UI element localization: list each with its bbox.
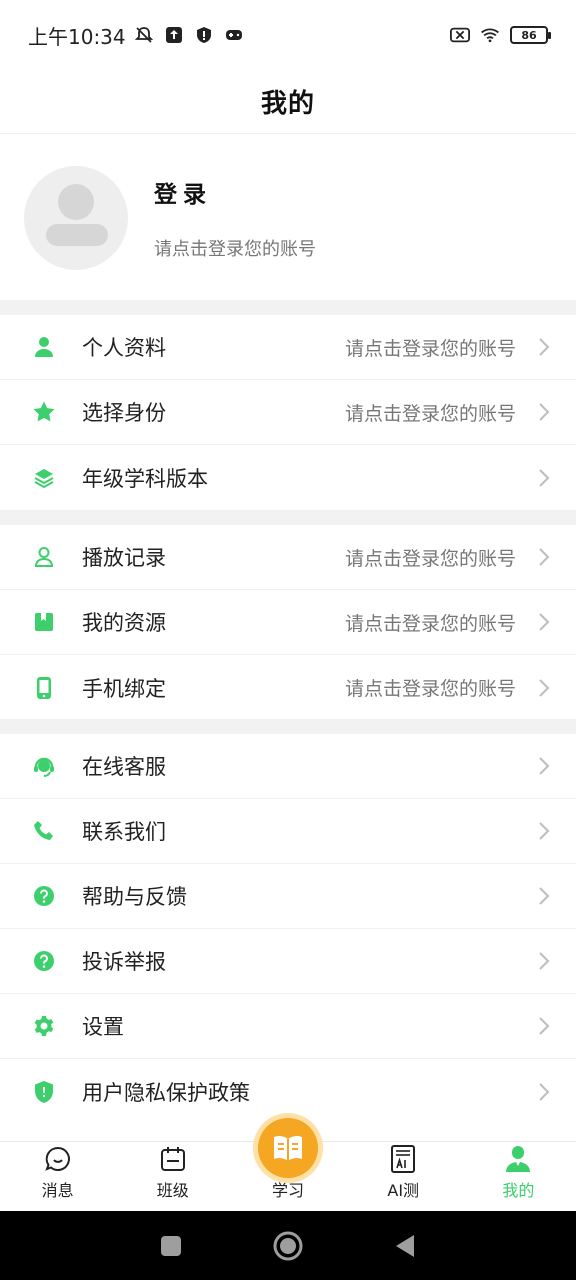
tab-label: 班级 bbox=[156, 1181, 189, 1200]
chevron-right-icon bbox=[534, 468, 554, 488]
star-icon bbox=[32, 400, 56, 424]
tab-label: 学习 bbox=[272, 1181, 305, 1200]
menu-item-label: 在线客服 bbox=[82, 755, 166, 779]
login-title[interactable]: 登录 bbox=[154, 175, 316, 209]
chevron-right-icon bbox=[534, 612, 554, 632]
menu-item-play-history[interactable]: 播放记录 请点击登录您的账号 bbox=[0, 525, 576, 590]
chevron-right-icon bbox=[534, 756, 554, 776]
login-subtitle: 请点击登录您的账号 bbox=[154, 238, 316, 260]
battery-indicator: 86 bbox=[510, 26, 551, 44]
chat-bubble-icon bbox=[44, 1145, 72, 1173]
user-icon bbox=[504, 1145, 532, 1173]
section-divider bbox=[0, 510, 576, 525]
menu-item-help-feedback[interactable]: 帮助与反馈 bbox=[0, 864, 576, 929]
menu-item-phone-binding[interactable]: 手机绑定 请点击登录您的账号 bbox=[0, 655, 576, 720]
tab-ai-test[interactable]: AI测 bbox=[346, 1142, 461, 1211]
menu-item-label: 用户隐私保护政策 bbox=[82, 1080, 250, 1105]
menu-item-settings[interactable]: 设置 bbox=[0, 994, 576, 1059]
shield-alert-icon bbox=[196, 27, 211, 43]
menu-item-value: 请点击登录您的账号 bbox=[344, 678, 516, 700]
menu-item-value: 请点击登录您的账号 bbox=[344, 612, 516, 635]
status-time: 上午10:34 bbox=[28, 24, 126, 49]
menu-item-label: 选择身份 bbox=[82, 401, 166, 425]
chevron-right-icon bbox=[534, 402, 554, 422]
shield-icon bbox=[32, 1080, 56, 1104]
section-divider bbox=[0, 719, 576, 734]
menu-group-account: 个人资料 请点击登录您的账号 选择身份 请点击登录您的账号 年级学科版本 bbox=[0, 315, 576, 510]
menu-item-identity[interactable]: 选择身份 请点击登录您的账号 bbox=[0, 380, 576, 445]
chevron-right-icon bbox=[534, 1082, 554, 1102]
page-title: 我的 bbox=[260, 89, 315, 119]
help-icon bbox=[32, 949, 56, 973]
chevron-right-icon bbox=[534, 678, 554, 698]
system-nav-bar bbox=[0, 1211, 576, 1280]
menu-item-value: 请点击登录您的账号 bbox=[344, 547, 516, 570]
tab-study[interactable]: 学习 bbox=[230, 1118, 345, 1211]
menu-item-privacy-policy[interactable]: 用户隐私保护政策 bbox=[0, 1059, 576, 1124]
gamepad-icon bbox=[225, 30, 242, 40]
upload-icon bbox=[165, 27, 182, 43]
menu-item-label: 播放记录 bbox=[82, 546, 166, 570]
menu-item-label: 设置 bbox=[82, 1015, 124, 1039]
menu-item-label: 联系我们 bbox=[82, 820, 166, 844]
wifi-icon bbox=[481, 28, 499, 43]
bottom-tab-bar: 消息 班级 学习 AI测 我的 bbox=[0, 1118, 576, 1211]
menu-item-my-resources[interactable]: 我的资源 请点击登录您的账号 bbox=[0, 590, 576, 655]
menu-item-grade-subject[interactable]: 年级学科版本 bbox=[0, 445, 576, 510]
chevron-right-icon bbox=[534, 337, 554, 357]
ai-document-icon bbox=[389, 1145, 417, 1173]
menu-item-label: 帮助与反馈 bbox=[82, 885, 187, 909]
call-icon bbox=[32, 819, 56, 843]
tab-mine[interactable]: 我的 bbox=[461, 1142, 576, 1211]
chevron-right-icon bbox=[534, 951, 554, 971]
tab-class[interactable]: 班级 bbox=[115, 1142, 230, 1211]
avatar[interactable] bbox=[24, 165, 128, 270]
mute-bell-icon bbox=[134, 27, 153, 43]
status-bar: 上午10:34 86 bbox=[0, 0, 576, 70]
menu-item-label: 年级学科版本 bbox=[82, 466, 208, 491]
menu-item-contact-us[interactable]: 联系我们 bbox=[0, 799, 576, 864]
menu-item-label: 手机绑定 bbox=[82, 676, 166, 701]
menu-group-support: 在线客服 联系我们 帮助与反馈 投诉举报 设置 用户隐私保护政策 bbox=[0, 734, 576, 1124]
tab-label: AI测 bbox=[387, 1181, 420, 1200]
tab-messages[interactable]: 消息 bbox=[0, 1142, 115, 1211]
home-icon[interactable] bbox=[272, 1230, 304, 1262]
tab-label: 我的 bbox=[502, 1181, 535, 1200]
chevron-right-icon bbox=[534, 886, 554, 906]
menu-group-content: 播放记录 请点击登录您的账号 我的资源 请点击登录您的账号 手机绑定 请点击登录… bbox=[0, 525, 576, 720]
chevron-right-icon bbox=[534, 821, 554, 841]
back-icon[interactable] bbox=[394, 1234, 416, 1258]
book-icon bbox=[32, 610, 56, 634]
title-bar: 我的 bbox=[0, 70, 576, 134]
gear-icon bbox=[32, 1014, 56, 1038]
menu-item-label: 我的资源 bbox=[82, 611, 166, 635]
menu-item-complaint-report[interactable]: 投诉举报 bbox=[0, 929, 576, 994]
menu-item-profile[interactable]: 个人资料 请点击登录您的账号 bbox=[0, 315, 576, 380]
profile-login-card[interactable]: 登录 请点击登录您的账号 bbox=[0, 135, 576, 300]
open-book-icon bbox=[258, 1118, 318, 1178]
chevron-right-icon bbox=[534, 547, 554, 567]
no-sim-icon bbox=[450, 27, 470, 43]
calendar-icon bbox=[159, 1145, 187, 1173]
menu-item-label: 投诉举报 bbox=[82, 950, 166, 974]
chevron-right-icon bbox=[534, 1016, 554, 1036]
person-icon bbox=[32, 335, 56, 359]
phone-icon bbox=[32, 676, 56, 700]
battery-level: 86 bbox=[521, 28, 537, 42]
headset-icon bbox=[32, 754, 56, 778]
menu-item-online-service[interactable]: 在线客服 bbox=[0, 734, 576, 799]
recent-apps-icon[interactable] bbox=[160, 1235, 182, 1257]
layers-icon bbox=[32, 466, 56, 490]
tab-label: 消息 bbox=[41, 1181, 74, 1200]
menu-item-label: 个人资料 bbox=[82, 336, 166, 360]
help-icon bbox=[32, 884, 56, 908]
section-divider bbox=[0, 300, 576, 315]
menu-item-value: 请点击登录您的账号 bbox=[344, 337, 516, 360]
menu-item-value: 请点击登录您的账号 bbox=[344, 402, 516, 425]
person-outline-icon bbox=[32, 545, 56, 569]
